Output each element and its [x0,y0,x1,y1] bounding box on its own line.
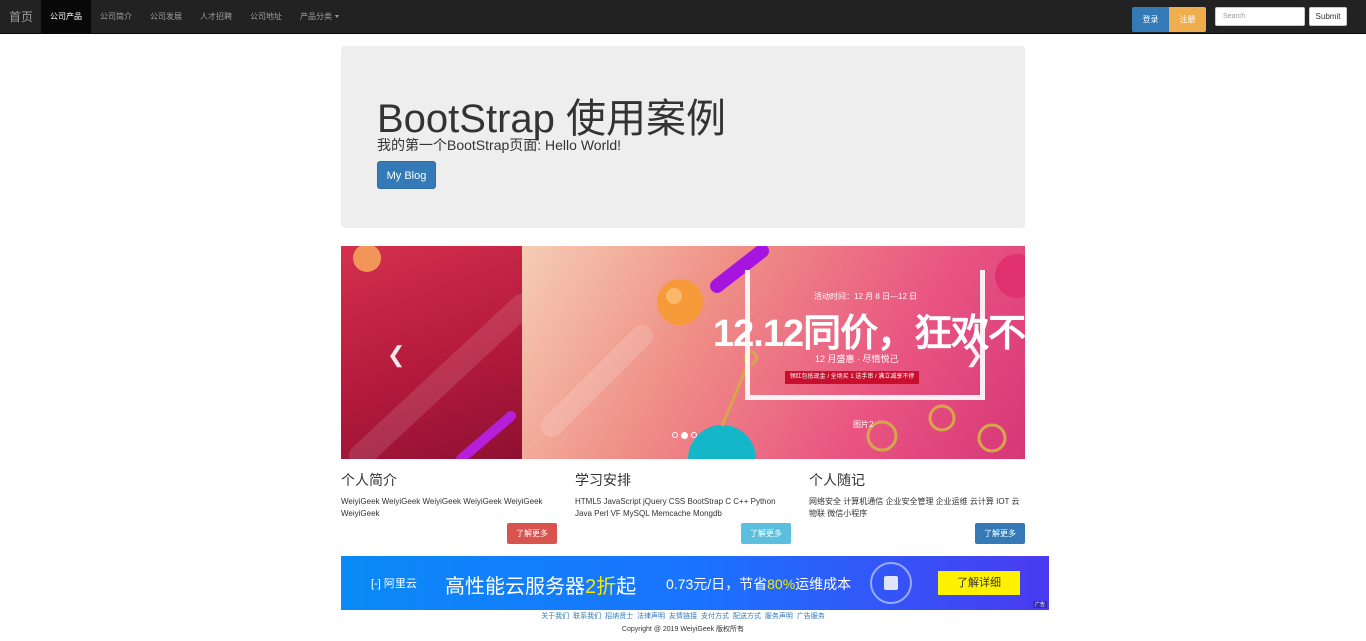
nav-item-categories-dropdown[interactable]: 产品分类 [291,0,348,33]
nav-item-address[interactable]: 公司地址 [241,0,291,33]
carousel-indicator-3[interactable] [691,432,697,438]
ad-price-highlight: 80% [767,576,796,592]
caret-down-icon [335,15,339,19]
server-icon [870,562,912,604]
jumbotron: BootStrap 使用案例 我的第一个BootStrap页面: Hello W… [341,46,1025,228]
cloud-logo-icon: [-] [371,578,384,590]
footer-link[interactable]: 广告服务 [797,613,825,620]
register-button[interactable]: 注册 [1169,7,1206,32]
footer-link[interactable]: 招纳贤士 [605,613,633,620]
carousel-indicator-2[interactable] [681,432,688,439]
copyright-text: Copyright @ 2019 WeiyiGeek 版权所有 [621,626,745,633]
carousel-indicator-1[interactable] [672,432,678,438]
promo-offer: 领红包抵现金 / 全场买 1 送手串 / 满立减享不停 [785,371,919,384]
slide-decoration [349,246,534,459]
aliyun-logo: [-] 阿里云 [371,575,417,591]
nav-item-about[interactable]: 公司简介 [91,0,141,33]
page-subtitle: 我的第一个BootStrap页面: Hello World! [377,137,622,153]
ad-title-part: 起 [616,576,637,598]
aliyun-ad-banner[interactable]: [-] 阿里云 高性能云服务器2折起 0.73元/日，节省80%运维成本 了解详… [341,556,1049,610]
image-carousel: 活动时间：12 月 8 日—12 日 12.12同价，狂欢不止 12 月盛惠 ·… [341,246,1025,459]
feature-column-profile: 个人简介 WeiyiGeek WeiyiGeek WeiyiGeek Weiyi… [341,470,557,520]
feature-text: WeiyiGeek WeiyiGeek WeiyiGeek WeiyiGeek … [341,497,543,518]
promo-time: 活动时间：12 月 8 日—12 日 [814,292,918,301]
footer-link[interactable]: 法律声明 [637,613,665,620]
footer-link[interactable]: 友情链接 [669,613,697,620]
nav-menu: 公司产品 公司简介 公司发展 人才招聘 公司地址 产品分类 [41,0,348,33]
promo-subtitle: 12 月盛惠 · 尽情悦己 [815,354,899,364]
learn-more-button-notes[interactable]: 了解更多 [975,523,1025,544]
ad-logo-text: 阿里云 [383,578,417,590]
top-navbar: 首页 公司产品 公司简介 公司发展 人才招聘 公司地址 产品分类 登录 注册 S… [0,0,1366,34]
nav-item-products[interactable]: 公司产品 [41,0,91,33]
nav-item-categories-label: 产品分类 [300,12,332,21]
ad-title: 高性能云服务器2折起 [445,570,636,599]
ad-details-button[interactable]: 了解详细 [938,571,1020,595]
nav-item-careers[interactable]: 人才招聘 [191,0,241,33]
feature-title: 个人随记 [809,472,865,488]
feature-text: HTML5 JavaScript jQuery CSS BootStrap C … [575,497,776,518]
footer-link[interactable]: 联系我们 [573,613,601,620]
ad-tag: 广告 [1032,601,1047,608]
feature-text: 网络安全 计算机通信 企业安全管理 企业运维 云计算 IOT 云物联 微信小程序 [809,497,1020,518]
my-blog-button[interactable]: My Blog [377,161,436,189]
learn-more-button-study[interactable]: 了解更多 [741,523,791,544]
navbar-brand[interactable]: 首页 [9,8,33,25]
ad-title-part: 高性能云服务器 [445,576,585,598]
footer-link[interactable]: 支付方式 [701,613,729,620]
footer-link[interactable]: 关于我们 [541,613,569,620]
feature-title: 学习安排 [575,472,631,488]
chevron-left-icon[interactable]: ❮ [387,342,405,368]
chevron-right-icon[interactable]: ❯ [965,342,983,368]
ad-price: 0.73元/日，节省80%运维成本 [666,574,851,594]
login-button[interactable]: 登录 [1132,7,1169,32]
ad-price-part: 0.73元/日，节省 [666,576,768,592]
feature-title: 个人简介 [341,472,397,488]
nav-item-development[interactable]: 公司发展 [141,0,191,33]
feature-column-notes: 个人随记 网络安全 计算机通信 企业安全管理 企业运维 云计算 IOT 云物联 … [809,470,1025,520]
carousel-indicators [672,432,697,439]
ad-title-highlight: 2折 [585,576,617,598]
footer-link[interactable]: 服务声明 [765,613,793,620]
feature-column-study: 学习安排 HTML5 JavaScript jQuery CSS BootStr… [575,470,791,520]
search-input[interactable]: Search [1215,7,1305,26]
learn-more-button-profile[interactable]: 了解更多 [507,523,557,544]
ad-price-part: 运维成本 [795,576,852,592]
submit-button[interactable]: Submit [1309,7,1347,26]
footer-link[interactable]: 配送方式 [733,613,761,620]
footer-links: 关于我们 联系我们 招纳贤士 法律声明 友情链接 支付方式 配送方式 服务声明 … [0,611,1366,621]
carousel-slide-previous [341,246,534,459]
carousel-caption: 图片2 [853,420,874,429]
